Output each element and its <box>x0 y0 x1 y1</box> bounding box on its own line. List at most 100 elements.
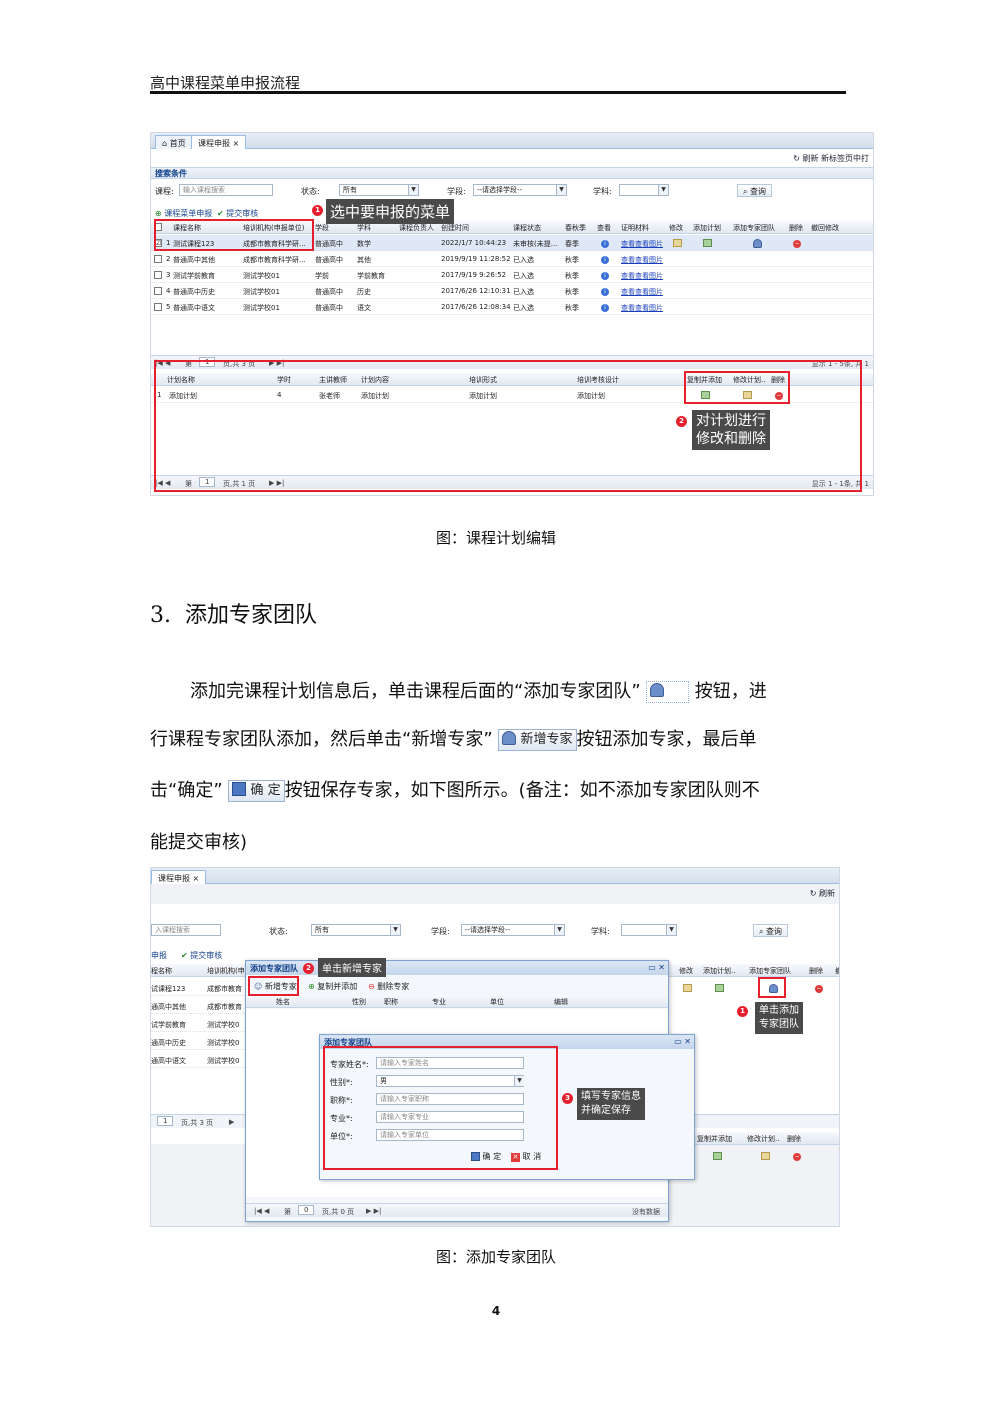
proof-link[interactable]: 查看查看图片 <box>621 271 663 281</box>
table-row[interactable]: 通高中历史 测试学校0 <box>151 1034 247 1050</box>
table-row[interactable]: 4 普通高中历史 测试学校01 普通高中 历史 2017/6/26 12:10:31 已入选… <box>151 283 873 299</box>
col-gender[interactable]: 性别 <box>352 997 366 1007</box>
col-subject[interactable]: 学科 <box>357 223 371 233</box>
col-expert-name[interactable]: 姓名 <box>276 997 290 1007</box>
delete-icon[interactable]: − <box>793 240 801 248</box>
stage-select[interactable]: --请选择学段-- ▼ <box>461 924 565 936</box>
declare-action[interactable]: 申报 <box>151 950 167 961</box>
col-add-plan[interactable]: 添加计划 <box>693 223 721 233</box>
refresh-toolbar[interactable]: ↻ 刷新 <box>810 888 835 899</box>
status-select[interactable]: 所有 ▼ <box>311 924 401 936</box>
col-copy-add[interactable]: 复制并添加 <box>697 1134 732 1144</box>
info-icon[interactable]: i <box>601 288 609 296</box>
delete-icon[interactable]: − <box>815 985 823 993</box>
add-expert-team-icon[interactable] <box>753 239 762 248</box>
edit-plan-icon[interactable] <box>761 1152 770 1160</box>
row-checkbox[interactable] <box>154 287 162 295</box>
col-delete[interactable]: 删除 <box>809 966 823 976</box>
col-edit[interactable]: 编辑 <box>554 997 568 1007</box>
col-unit[interactable]: 单位 <box>490 997 504 1007</box>
proof-link[interactable]: 查看查看图片 <box>621 287 663 297</box>
pager-first-icon[interactable]: |◀ ◀ <box>254 1207 269 1215</box>
query-button[interactable]: ⌕ 查询 <box>753 924 789 937</box>
course-search-input[interactable]: 入课程搜索 <box>151 924 221 936</box>
season-cell: 秋季 <box>565 288 579 296</box>
query-button[interactable]: ⌕ 查询 <box>737 184 773 197</box>
table-row[interactable]: 通高中语文 测试学校0 <box>151 1052 247 1068</box>
submit-review-action[interactable]: ✔ 提交审核 <box>181 950 222 961</box>
tab-bar: ⌂ 首页 课程申报 × <box>151 133 873 149</box>
stage-cell: 学前 <box>315 272 329 280</box>
col-edit[interactable]: 修改 <box>679 966 693 976</box>
pager-next-icon[interactable]: ▶ ▶| <box>366 1207 381 1215</box>
add-plan-icon[interactable] <box>715 984 724 992</box>
col-withdraw[interactable]: 撤 <box>835 966 839 976</box>
tab-course-declare[interactable]: 课程申报 × <box>151 870 207 884</box>
window-controls[interactable]: ▭ ✕ <box>648 963 665 972</box>
org-cell: 成都市教育 <box>207 985 242 993</box>
edit-icon[interactable] <box>683 984 692 992</box>
proof-link[interactable]: 查看查看图片 <box>621 239 663 249</box>
course-name-cell: 普通高中历史 <box>173 288 215 296</box>
stage-select[interactable]: --请选择学段-- ▼ <box>473 184 567 196</box>
declare-action[interactable]: ⊕ 课程菜单申报 <box>155 208 212 219</box>
status-cell: 已入选 <box>513 304 534 312</box>
info-icon[interactable]: i <box>601 304 609 312</box>
col-proof[interactable]: 证明材料 <box>621 223 649 233</box>
col-withdraw[interactable]: 撤回修改 <box>811 223 839 233</box>
copy-add-icon[interactable] <box>713 1152 722 1160</box>
col-org[interactable]: 培训机构(申 <box>207 966 245 976</box>
add-plan-icon[interactable] <box>703 239 712 247</box>
col-stage[interactable]: 学段 <box>315 223 329 233</box>
close-icon[interactable]: × <box>233 139 240 148</box>
edit-icon[interactable] <box>673 239 682 247</box>
info-icon[interactable]: i <box>601 256 609 264</box>
col-delete[interactable]: 删除 <box>789 223 803 233</box>
table-row[interactable]: 试课程123 成都市教育 <box>151 980 247 996</box>
table-row[interactable]: 通高中其他 成都市教育 <box>151 998 247 1014</box>
row-checkbox[interactable] <box>154 255 162 263</box>
table-row[interactable]: 5 普通高中语文 测试学校01 普通高中 语文 2017/6/26 12:08:34 已入选… <box>151 299 873 315</box>
col-created[interactable]: 创建时间 <box>441 223 469 233</box>
tab-home[interactable]: ⌂ 首页 <box>155 135 193 149</box>
table-row[interactable]: 3 测试学前教育 测试学校01 学前 学前教育 2017/9/19 9:26:52 已入选 秋… <box>151 267 873 283</box>
row-checkbox[interactable] <box>154 303 162 311</box>
info-icon[interactable]: i <box>601 272 609 280</box>
col-view[interactable]: 查看 <box>597 223 611 233</box>
delete-plan-icon[interactable]: − <box>793 1153 801 1161</box>
page-input[interactable]: 0 <box>298 1205 315 1215</box>
col-edit[interactable]: 修改 <box>669 223 683 233</box>
caption-course-plan: 图：课程计划编辑 <box>435 529 556 547</box>
status-select[interactable]: 所有 ▼ <box>339 184 419 196</box>
table-row[interactable]: 2 普通高中其他 成都市教育科学研... 普通高中 其他 2019/9/19 11:28:… <box>151 251 873 267</box>
delete-expert-button[interactable]: ⊖ 删除专家 <box>368 981 409 992</box>
col-major[interactable]: 专业 <box>432 997 446 1007</box>
pager-next-icon[interactable]: ▶ <box>229 1118 234 1126</box>
col-status[interactable]: 课程状态 <box>513 223 541 233</box>
proof-link[interactable]: 查看查看图片 <box>621 255 663 265</box>
col-add-plan[interactable]: 添加计划.. <box>703 966 735 976</box>
proof-link[interactable]: 查看查看图片 <box>621 303 663 313</box>
subject-select[interactable]: ▼ <box>619 184 669 196</box>
col-plan-delete[interactable]: 删除 <box>787 1134 801 1144</box>
col-owner[interactable]: 课程负责人 <box>399 223 434 233</box>
col-edit-plan[interactable]: 修改计划.. <box>747 1134 779 1144</box>
col-season[interactable]: 春秋季 <box>565 223 586 233</box>
course-search-input[interactable]: 输入课程搜索 <box>179 184 273 196</box>
page-input[interactable]: 1 <box>157 1116 174 1126</box>
submit-review-action[interactable]: ✔ 提交审核 <box>217 208 258 219</box>
col-title[interactable]: 职称 <box>384 997 398 1007</box>
close-icon[interactable]: × <box>193 874 200 883</box>
row-checkbox[interactable] <box>154 271 162 279</box>
col-add-experts[interactable]: 添加专家团队 <box>733 223 775 233</box>
tab-course-declare[interactable]: 课程申报 × <box>191 135 247 149</box>
subject-select[interactable]: ▼ <box>621 924 677 936</box>
window-controls[interactable]: ▭ ✕ <box>674 1037 691 1046</box>
refresh-toolbar[interactable]: ↻ 刷新 新标签页中打 <box>793 153 869 164</box>
info-icon[interactable]: i <box>601 240 609 248</box>
copy-add-button[interactable]: ⊕ 复制并添加 <box>308 981 357 992</box>
table-row[interactable]: 试学前教育 测试学校0 <box>151 1016 247 1032</box>
course-name-cell: 试学前教育 <box>151 1021 186 1029</box>
col-course-name[interactable]: 程名称 <box>151 966 172 976</box>
col-add-experts[interactable]: 添加专家团队 <box>749 966 791 976</box>
